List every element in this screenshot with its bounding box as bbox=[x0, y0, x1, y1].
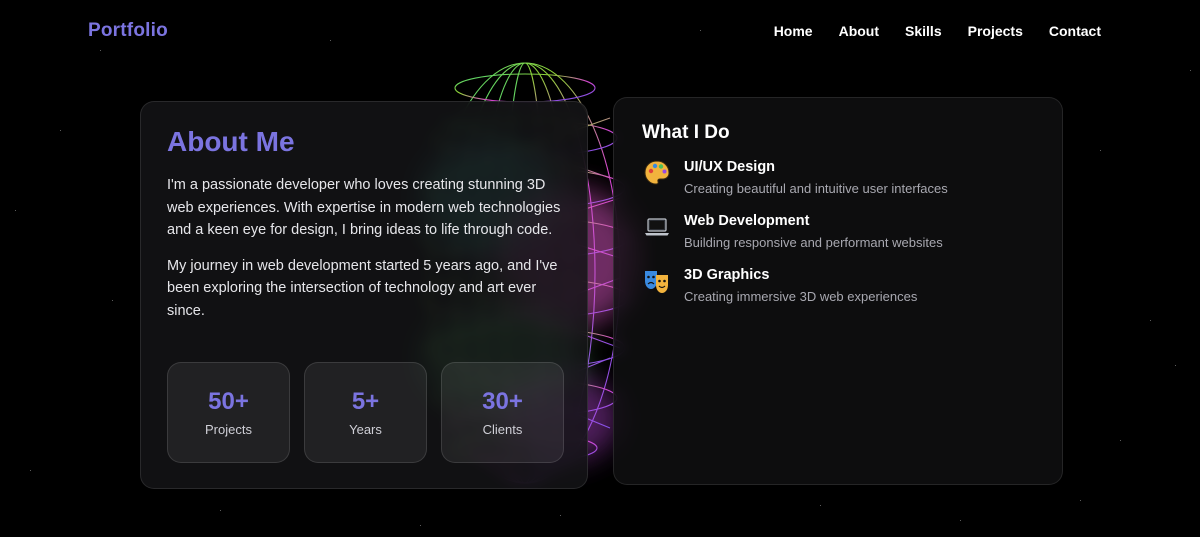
service-title: Web Development bbox=[684, 213, 810, 229]
nav-link-skills[interactable]: Skills bbox=[905, 23, 942, 39]
about-me-card: About Me I'm a passionate developer who … bbox=[140, 101, 588, 489]
nav-link-home[interactable]: Home bbox=[774, 23, 813, 39]
nav-menu: Home About Skills Projects Contact bbox=[774, 23, 1101, 39]
laptop-icon bbox=[645, 218, 669, 236]
stat-card-years: 5+ Years bbox=[304, 362, 427, 463]
stat-label: Years bbox=[349, 422, 382, 437]
nav-link-projects[interactable]: Projects bbox=[968, 23, 1023, 39]
theater-masks-icon bbox=[645, 271, 668, 293]
top-navbar: Portfolio Home About Skills Projects Con… bbox=[0, 0, 1200, 62]
service-description: Creating beautiful and intuitive user in… bbox=[684, 181, 948, 196]
stat-card-projects: 50+ Projects bbox=[167, 362, 290, 463]
stat-value: 50+ bbox=[208, 388, 249, 415]
stat-value: 5+ bbox=[351, 388, 380, 415]
service-item-webdev: Web Development Building responsive and … bbox=[642, 212, 1034, 250]
brand-logo[interactable]: Portfolio bbox=[88, 20, 168, 42]
what-i-do-card: What I Do UI/UX Design Creating beautifu… bbox=[613, 97, 1063, 485]
stat-label: Projects bbox=[205, 422, 252, 437]
nav-link-about[interactable]: About bbox=[839, 23, 879, 39]
palette-icon bbox=[644, 160, 670, 185]
stat-label: Clients bbox=[482, 422, 523, 437]
stat-card-clients: 30+ Clients bbox=[441, 362, 564, 463]
nav-link-contact[interactable]: Contact bbox=[1049, 23, 1101, 39]
service-item-uiux: UI/UX Design Creating beautiful and intu… bbox=[642, 158, 1034, 196]
stats-row: 50+ Projects 5+ Years 30+ Clients bbox=[167, 362, 564, 463]
what-i-do-title: What I Do bbox=[642, 122, 730, 143]
stat-value: 30+ bbox=[482, 388, 523, 415]
service-title: 3D Graphics bbox=[684, 267, 770, 283]
about-paragraph-1: I'm a passionate developer who loves cre… bbox=[167, 177, 561, 238]
service-description: Creating immersive 3D web experiences bbox=[684, 289, 918, 304]
service-item-3d: 3D Graphics Creating immersive 3D web ex… bbox=[642, 266, 1034, 304]
about-paragraph-2: My journey in web development started 5 … bbox=[167, 257, 558, 319]
service-title: UI/UX Design bbox=[684, 159, 776, 175]
service-description: Building responsive and performant websi… bbox=[684, 235, 943, 250]
about-title: About Me bbox=[167, 126, 295, 157]
